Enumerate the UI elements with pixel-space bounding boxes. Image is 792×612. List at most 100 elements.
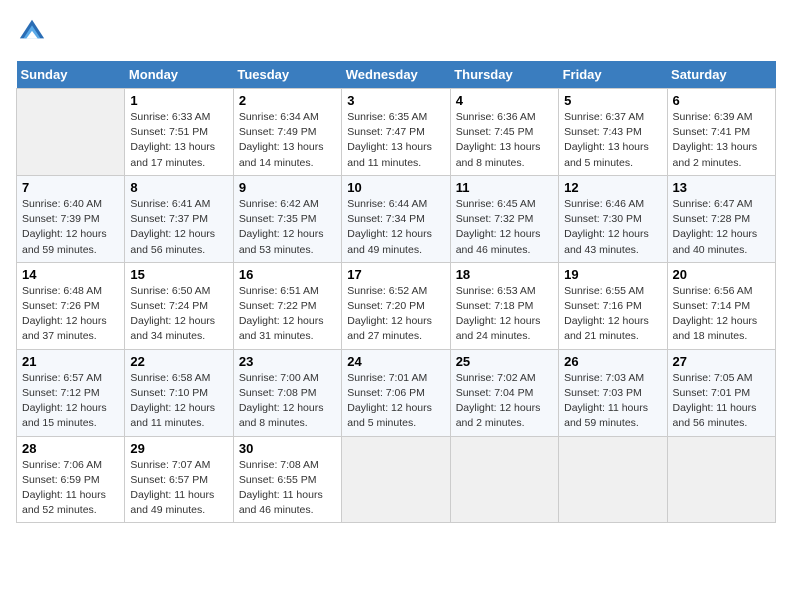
calendar-cell: 3 Sunrise: 6:35 AMSunset: 7:47 PMDaylight… — [342, 89, 450, 176]
logo — [16, 16, 46, 49]
day-info: Sunrise: 6:34 AMSunset: 7:49 PMDaylight:… — [239, 110, 336, 171]
calendar-cell: 11 Sunrise: 6:45 AMSunset: 7:32 PMDayligh… — [450, 175, 558, 262]
calendar-cell: 2 Sunrise: 6:34 AMSunset: 7:49 PMDaylight… — [233, 89, 341, 176]
day-number: 7 — [22, 180, 119, 195]
calendar-cell — [342, 436, 450, 523]
day-number: 25 — [456, 354, 553, 369]
page-header — [16, 16, 776, 49]
calendar-cell: 24Sunrise: 7:01 AMSunset: 7:06 PMDayligh… — [342, 349, 450, 436]
day-info: Sunrise: 7:01 AMSunset: 7:06 PMDaylight:… — [347, 371, 444, 432]
calendar-cell: 20 Sunrise: 6:56 AMSunset: 7:14 PMDayligh… — [667, 262, 775, 349]
day-info: Sunrise: 6:53 AMSunset: 7:18 PMDaylight:… — [456, 284, 553, 345]
calendar-cell: 13 Sunrise: 6:47 AMSunset: 7:28 PMDayligh… — [667, 175, 775, 262]
day-number: 1 — [130, 93, 227, 108]
header-sunday: Sunday — [17, 61, 125, 89]
calendar-cell — [17, 89, 125, 176]
day-number: 16 — [239, 267, 336, 282]
calendar-cell: 28 Sunrise: 7:06 AMSunset: 6:59 PMDayligh… — [17, 436, 125, 523]
day-info: Sunrise: 6:47 AMSunset: 7:28 PMDaylight:… — [673, 197, 770, 258]
calendar-cell: 9 Sunrise: 6:42 AMSunset: 7:35 PMDaylight… — [233, 175, 341, 262]
day-number: 21 — [22, 354, 119, 369]
calendar-week-0: 1 Sunrise: 6:33 AMSunset: 7:51 PMDaylight… — [17, 89, 776, 176]
calendar-cell: 6 Sunrise: 6:39 AMSunset: 7:41 PMDaylight… — [667, 89, 775, 176]
calendar-cell: 27 Sunrise: 7:05 AMSunset: 7:01 PMDayligh… — [667, 349, 775, 436]
calendar-cell: 14 Sunrise: 6:48 AMSunset: 7:26 PMDayligh… — [17, 262, 125, 349]
calendar-week-1: 7 Sunrise: 6:40 AMSunset: 7:39 PMDaylight… — [17, 175, 776, 262]
calendar-cell: 12 Sunrise: 6:46 AMSunset: 7:30 PMDayligh… — [559, 175, 667, 262]
header-wednesday: Wednesday — [342, 61, 450, 89]
day-number: 12 — [564, 180, 661, 195]
day-number: 22 — [130, 354, 227, 369]
day-info: Sunrise: 6:55 AMSunset: 7:16 PMDaylight:… — [564, 284, 661, 345]
day-number: 18 — [456, 267, 553, 282]
day-number: 27 — [673, 354, 770, 369]
day-info: Sunrise: 6:44 AMSunset: 7:34 PMDaylight:… — [347, 197, 444, 258]
day-info: Sunrise: 6:35 AMSunset: 7:47 PMDaylight:… — [347, 110, 444, 171]
day-info: Sunrise: 7:06 AMSunset: 6:59 PMDaylight:… — [22, 458, 119, 519]
day-info: Sunrise: 6:39 AMSunset: 7:41 PMDaylight:… — [673, 110, 770, 171]
calendar-week-2: 14 Sunrise: 6:48 AMSunset: 7:26 PMDayligh… — [17, 262, 776, 349]
day-info: Sunrise: 6:52 AMSunset: 7:20 PMDaylight:… — [347, 284, 444, 345]
calendar-cell: 25Sunrise: 7:02 AMSunset: 7:04 PMDayligh… — [450, 349, 558, 436]
day-number: 20 — [673, 267, 770, 282]
calendar-cell: 5Sunrise: 6:37 AMSunset: 7:43 PMDaylight… — [559, 89, 667, 176]
day-info: Sunrise: 6:50 AMSunset: 7:24 PMDaylight:… — [130, 284, 227, 345]
day-info: Sunrise: 6:56 AMSunset: 7:14 PMDaylight:… — [673, 284, 770, 345]
day-number: 29 — [130, 441, 227, 456]
calendar-cell: 7 Sunrise: 6:40 AMSunset: 7:39 PMDaylight… — [17, 175, 125, 262]
calendar-cell: 19 Sunrise: 6:55 AMSunset: 7:16 PMDayligh… — [559, 262, 667, 349]
calendar-cell — [450, 436, 558, 523]
header-row: SundayMondayTuesdayWednesdayThursdayFrid… — [17, 61, 776, 89]
calendar-cell: 18 Sunrise: 6:53 AMSunset: 7:18 PMDayligh… — [450, 262, 558, 349]
calendar-cell: 30Sunrise: 7:08 AMSunset: 6:55 PMDayligh… — [233, 436, 341, 523]
day-info: Sunrise: 7:08 AMSunset: 6:55 PMDaylight:… — [239, 458, 336, 519]
day-number: 14 — [22, 267, 119, 282]
calendar-cell: 29 Sunrise: 7:07 AMSunset: 6:57 PMDayligh… — [125, 436, 233, 523]
header-thursday: Thursday — [450, 61, 558, 89]
calendar-cell: 16 Sunrise: 6:51 AMSunset: 7:22 PMDayligh… — [233, 262, 341, 349]
day-info: Sunrise: 7:05 AMSunset: 7:01 PMDaylight:… — [673, 371, 770, 432]
calendar-week-3: 21 Sunrise: 6:57 AMSunset: 7:12 PMDayligh… — [17, 349, 776, 436]
calendar-table: SundayMondayTuesdayWednesdayThursdayFrid… — [16, 61, 776, 523]
day-number: 15 — [130, 267, 227, 282]
calendar-cell — [667, 436, 775, 523]
day-number: 3 — [347, 93, 444, 108]
calendar-cell: 17 Sunrise: 6:52 AMSunset: 7:20 PMDayligh… — [342, 262, 450, 349]
day-info: Sunrise: 7:07 AMSunset: 6:57 PMDaylight:… — [130, 458, 227, 519]
day-info: Sunrise: 6:48 AMSunset: 7:26 PMDaylight:… — [22, 284, 119, 345]
day-info: Sunrise: 7:03 AMSunset: 7:03 PMDaylight:… — [564, 371, 661, 432]
day-number: 5 — [564, 93, 661, 108]
calendar-cell: 21 Sunrise: 6:57 AMSunset: 7:12 PMDayligh… — [17, 349, 125, 436]
day-info: Sunrise: 6:57 AMSunset: 7:12 PMDaylight:… — [22, 371, 119, 432]
day-number: 28 — [22, 441, 119, 456]
header-tuesday: Tuesday — [233, 61, 341, 89]
header-monday: Monday — [125, 61, 233, 89]
day-number: 17 — [347, 267, 444, 282]
calendar-cell: 8 Sunrise: 6:41 AMSunset: 7:37 PMDaylight… — [125, 175, 233, 262]
day-number: 19 — [564, 267, 661, 282]
calendar-cell: 10Sunrise: 6:44 AMSunset: 7:34 PMDayligh… — [342, 175, 450, 262]
day-number: 2 — [239, 93, 336, 108]
calendar-cell — [559, 436, 667, 523]
day-info: Sunrise: 6:46 AMSunset: 7:30 PMDaylight:… — [564, 197, 661, 258]
day-info: Sunrise: 6:58 AMSunset: 7:10 PMDaylight:… — [130, 371, 227, 432]
day-info: Sunrise: 6:33 AMSunset: 7:51 PMDaylight:… — [130, 110, 227, 171]
day-info: Sunrise: 6:45 AMSunset: 7:32 PMDaylight:… — [456, 197, 553, 258]
day-info: Sunrise: 6:40 AMSunset: 7:39 PMDaylight:… — [22, 197, 119, 258]
calendar-header: SundayMondayTuesdayWednesdayThursdayFrid… — [17, 61, 776, 89]
day-number: 11 — [456, 180, 553, 195]
day-number: 23 — [239, 354, 336, 369]
header-saturday: Saturday — [667, 61, 775, 89]
day-info: Sunrise: 6:41 AMSunset: 7:37 PMDaylight:… — [130, 197, 227, 258]
day-number: 6 — [673, 93, 770, 108]
day-number: 13 — [673, 180, 770, 195]
day-number: 8 — [130, 180, 227, 195]
day-info: Sunrise: 6:51 AMSunset: 7:22 PMDaylight:… — [239, 284, 336, 345]
logo-icon — [18, 16, 46, 44]
calendar-cell: 15 Sunrise: 6:50 AMSunset: 7:24 PMDayligh… — [125, 262, 233, 349]
day-number: 9 — [239, 180, 336, 195]
day-info: Sunrise: 6:36 AMSunset: 7:45 PMDaylight:… — [456, 110, 553, 171]
day-info: Sunrise: 6:42 AMSunset: 7:35 PMDaylight:… — [239, 197, 336, 258]
header-friday: Friday — [559, 61, 667, 89]
calendar-week-4: 28 Sunrise: 7:06 AMSunset: 6:59 PMDayligh… — [17, 436, 776, 523]
